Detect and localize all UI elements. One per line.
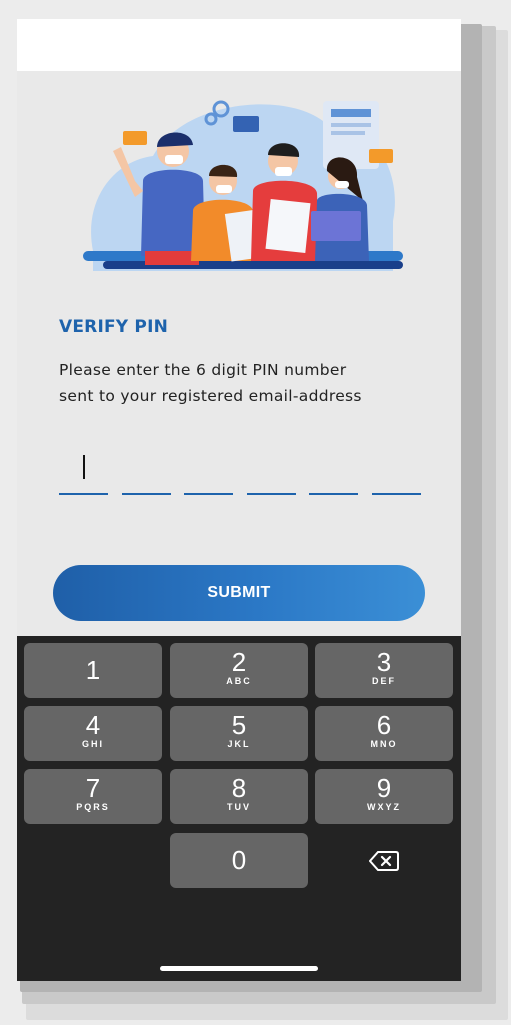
key-9[interactable]: 9 WXYZ [315, 769, 453, 824]
phone-screen: VERIFY PIN Please enter the 6 digit PIN … [17, 19, 461, 981]
key-0[interactable]: 0 [170, 833, 308, 888]
backspace-icon [369, 850, 399, 871]
pin-digit-3[interactable] [184, 447, 234, 495]
key-digit: 6 [376, 710, 392, 740]
key-digit: 0 [231, 845, 247, 875]
pin-digit-1[interactable] [59, 447, 108, 495]
pin-digit-6[interactable] [371, 447, 421, 495]
key-7[interactable]: 7 PQRS [24, 769, 162, 824]
key-digit: 3 [376, 647, 392, 677]
key-digit: 1 [85, 655, 101, 685]
page-title: VERIFY PIN [59, 317, 169, 337]
key-4[interactable]: 4 GHI [24, 706, 162, 761]
key-digit: 7 [85, 773, 101, 803]
key-2[interactable]: 2 ABC [170, 643, 308, 698]
key-digit: 5 [231, 710, 247, 740]
status-bar [17, 19, 461, 71]
pin-input-group [59, 447, 421, 495]
key-digit: 2 [231, 647, 247, 677]
key-5[interactable]: 5 JKL [170, 706, 308, 761]
key-letters: DEF [372, 676, 396, 686]
pin-digit-2[interactable] [121, 447, 171, 495]
key-letters: TUV [227, 802, 251, 812]
instructions-text: Please enter the 6 digit PIN number sent… [59, 357, 419, 409]
instructions-line: sent to your registered email-address [59, 387, 362, 405]
key-6[interactable]: 6 MNO [315, 706, 453, 761]
text-cursor [83, 455, 85, 479]
key-digit: 9 [376, 773, 392, 803]
instructions-line: Please enter the 6 digit PIN number [59, 361, 347, 379]
key-1[interactable]: 1 [24, 643, 162, 698]
key-letters: ABC [226, 676, 252, 686]
pin-digit-4[interactable] [246, 447, 296, 495]
key-letters: WXYZ [367, 802, 401, 812]
numeric-keyboard: 1 2 ABC 3 DEF 4 GHI 5 JKL 6 MNO 7 PQRS 8… [17, 636, 461, 981]
key-3[interactable]: 3 DEF [315, 643, 453, 698]
key-digit: 4 [85, 710, 101, 740]
key-letters: GHI [81, 739, 104, 749]
key-letters: PQRS [76, 802, 110, 812]
students-illustration [83, 100, 403, 271]
key-digit: 8 [231, 773, 247, 803]
home-indicator[interactable] [160, 966, 318, 971]
pin-digit-5[interactable] [309, 447, 359, 495]
submit-button[interactable]: SUBMIT [53, 565, 425, 621]
backspace-key[interactable] [315, 833, 453, 888]
key-letters: MNO [370, 739, 398, 749]
key-8[interactable]: 8 TUV [170, 769, 308, 824]
key-letters: JKL [227, 739, 251, 749]
